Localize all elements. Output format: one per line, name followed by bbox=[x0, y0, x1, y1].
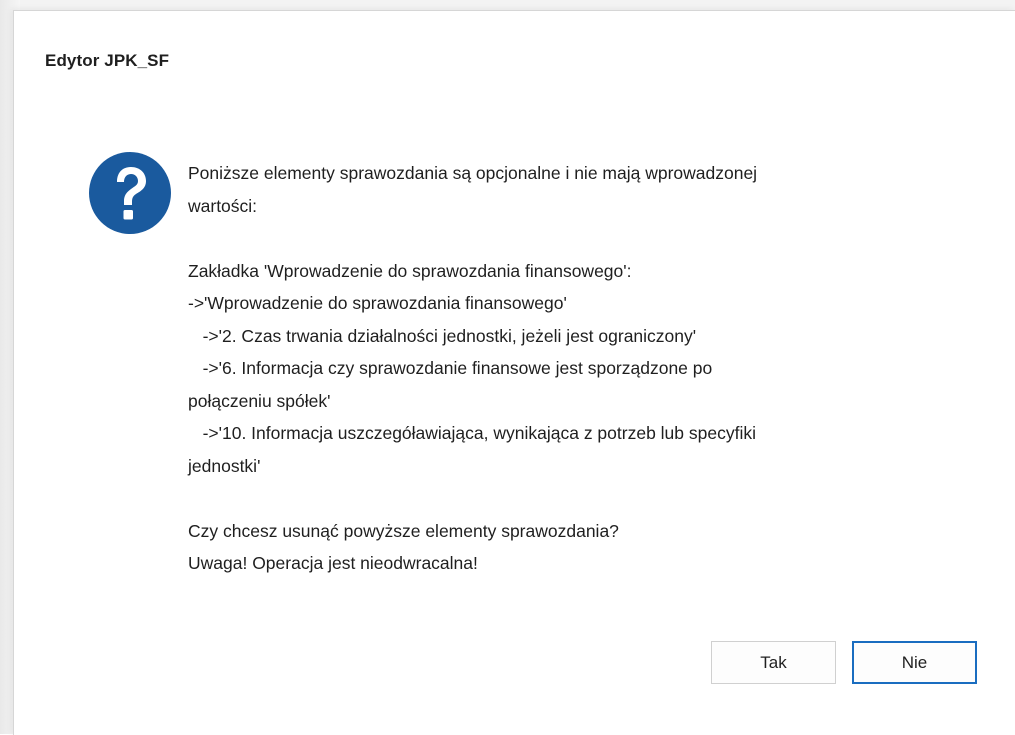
message-line: jednostki' bbox=[188, 455, 261, 476]
message-line: wartości: bbox=[188, 195, 258, 216]
message-line: ->'2. Czas trwania działalności jednostk… bbox=[188, 325, 697, 346]
message-line: ->'Wprowadzenie do sprawozdania finansow… bbox=[188, 293, 567, 313]
dialog-title: Edytor JPK_SF bbox=[45, 51, 170, 70]
message-line: Czy chcesz usunąć powyższe elementy spra… bbox=[188, 520, 619, 541]
no-button[interactable]: Nie bbox=[852, 641, 977, 684]
message-line: ->'10. Informacja uszczegóławiająca, wyn… bbox=[188, 423, 756, 443]
message-line: Poniższe elementy sprawozdania są opcjon… bbox=[188, 163, 758, 183]
message-line: połączeniu spółek' bbox=[188, 390, 331, 411]
confirmation-dialog: Edytor JPK_SF Poniższe elementy sprawozd… bbox=[13, 10, 1015, 735]
question-icon bbox=[89, 152, 171, 234]
dialog-message: Poniższe elementy sprawozdania są opcjon… bbox=[188, 157, 988, 580]
yes-button[interactable]: Tak bbox=[711, 641, 836, 684]
message-line: Zakładka 'Wprowadzenie do sprawozdania f… bbox=[188, 260, 632, 281]
message-line: Uwaga! Operacja jest nieodwracalna! bbox=[188, 553, 478, 573]
message-line: ->'6. Informacja czy sprawozdanie finans… bbox=[188, 358, 713, 378]
